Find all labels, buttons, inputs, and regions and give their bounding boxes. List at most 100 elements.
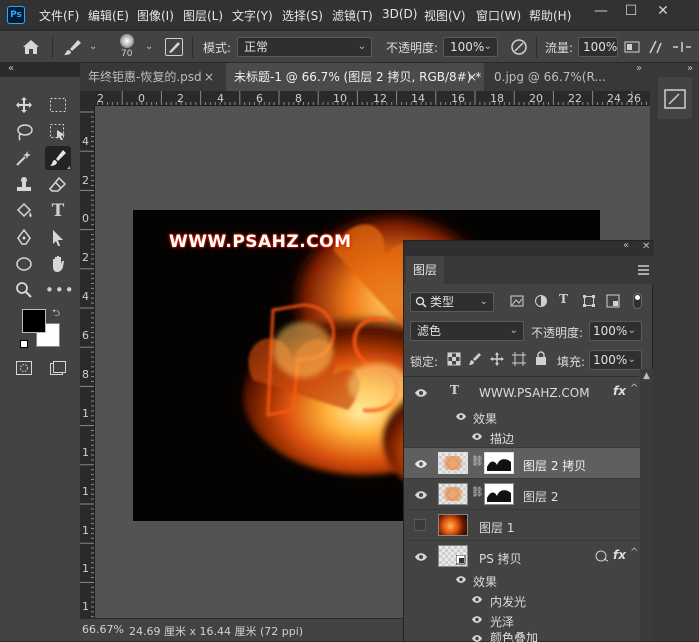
layer-fill-field[interactable]: 100% ⌄: [589, 350, 642, 370]
ellipse-tool-icon[interactable]: [11, 252, 37, 276]
filter-shape-icon[interactable]: [582, 294, 596, 308]
lock-transparent-icon[interactable]: [447, 352, 461, 366]
filter-smart-object-icon[interactable]: [606, 294, 620, 308]
close-tab-icon[interactable]: ×: [467, 63, 477, 91]
layer-name[interactable]: 图层 2: [523, 488, 558, 505]
layer-name[interactable]: 图层 2 拷贝: [523, 457, 586, 474]
paint-bucket-tool-icon[interactable]: [11, 199, 37, 223]
lock-position-icon[interactable]: [490, 352, 504, 366]
airbrush-icon[interactable]: [624, 39, 640, 55]
pen-tool-icon[interactable]: [11, 226, 37, 250]
maximize-button[interactable]: ☐: [618, 2, 644, 20]
menu-type[interactable]: 文字(Y): [232, 7, 273, 24]
magic-wand-tool-icon[interactable]: [11, 146, 37, 170]
angle-icon[interactable]: [648, 39, 662, 55]
layer-mask-thumbnail[interactable]: [484, 483, 514, 505]
opacity-field[interactable]: 100% ⌄: [443, 37, 498, 57]
effects-row[interactable]: 效果: [404, 570, 640, 590]
lock-all-icon[interactable]: [534, 351, 548, 366]
more-tools-icon[interactable]: •••: [45, 278, 74, 302]
collapse-effects-icon[interactable]: ^: [630, 547, 638, 558]
layer-name[interactable]: WWW.PSAHZ.COM: [479, 386, 590, 400]
collapse-panel-icon[interactable]: «: [8, 63, 14, 74]
layer-row[interactable]: ⛓ 图层 2: [404, 478, 640, 509]
foreground-color-swatch[interactable]: [22, 309, 46, 333]
photoshop-logo[interactable]: Ps: [7, 6, 25, 24]
layer-name[interactable]: 图层 1: [479, 519, 514, 536]
home-icon[interactable]: [22, 39, 40, 55]
brush-preset-icon[interactable]: [63, 38, 83, 56]
menu-file[interactable]: 文件(F): [39, 7, 79, 24]
eye-icon[interactable]: [471, 595, 483, 604]
layer-row[interactable]: PS 拷贝 fx ^: [404, 540, 640, 571]
lasso-tool-icon[interactable]: [11, 120, 37, 144]
effect-color-overlay-row[interactable]: 颜色叠加: [404, 630, 640, 642]
layer-mask-thumbnail[interactable]: [484, 452, 514, 474]
marquee-tool-icon[interactable]: [45, 93, 71, 117]
filter-pixel-icon[interactable]: [510, 295, 524, 307]
chevron-down-icon[interactable]: ⌄: [89, 41, 97, 52]
close-icon[interactable]: ✕: [642, 241, 650, 252]
layer-row-text[interactable]: T WWW.PSAHZ.COM fx ^: [404, 377, 640, 408]
close-window-button[interactable]: ✕: [650, 2, 676, 20]
menu-window[interactable]: 窗口(W): [476, 7, 521, 24]
filter-adjustment-icon[interactable]: [534, 294, 548, 308]
menu-layer[interactable]: 图层(L): [183, 7, 223, 24]
quick-mask-icon[interactable]: [11, 356, 37, 380]
effects-row[interactable]: 效果: [404, 407, 640, 427]
object-selection-tool-icon[interactable]: [45, 120, 71, 144]
tab-layers[interactable]: 图层: [406, 256, 444, 284]
eye-icon[interactable]: [414, 388, 428, 398]
menu-view[interactable]: 视图(V): [424, 7, 466, 24]
default-colors-icon[interactable]: [20, 340, 28, 348]
menu-3d[interactable]: 3D(D): [382, 7, 417, 21]
menu-filter[interactable]: 滤镜(T): [332, 7, 373, 24]
layer-opacity-field[interactable]: 100% ⌄: [589, 321, 642, 341]
menu-help[interactable]: 帮助(H): [529, 7, 571, 24]
scroll-up-icon[interactable]: ▲: [643, 371, 650, 381]
smoothing-icon[interactable]: [672, 39, 692, 55]
panel-menu-icon[interactable]: [638, 265, 649, 275]
lock-artboard-icon[interactable]: [512, 352, 526, 366]
menu-edit[interactable]: 编辑(E): [88, 7, 129, 24]
expand-panel-icon[interactable]: »: [636, 63, 642, 74]
layers-scrollbar[interactable]: ▲: [640, 369, 653, 641]
brush-tip-icon[interactable]: [120, 34, 134, 48]
layer-filter-dropdown[interactable]: 类型 ⌄: [410, 292, 494, 312]
fx-icon[interactable]: fx: [613, 548, 626, 562]
eye-icon[interactable]: [414, 490, 428, 500]
link-icon[interactable]: ⛓: [471, 487, 484, 498]
layer-row[interactable]: 图层 1: [404, 509, 640, 540]
layer-blend-mode-dropdown[interactable]: 滤色 ⌄: [410, 321, 524, 341]
collapse-panel-icon[interactable]: »: [687, 63, 693, 74]
brush-settings-icon[interactable]: [165, 38, 183, 56]
path-selection-tool-icon[interactable]: [45, 226, 71, 250]
filter-type-icon[interactable]: T: [559, 292, 568, 306]
effect-inner-glow-row[interactable]: 内发光: [404, 590, 640, 610]
link-icon[interactable]: ⛓: [471, 456, 484, 467]
properties-panel-icon[interactable]: [663, 88, 687, 110]
zoom-level[interactable]: 66.67%: [82, 623, 124, 636]
effect-stroke-row[interactable]: 描边: [404, 427, 640, 447]
type-tool-icon[interactable]: T: [45, 199, 71, 223]
zoom-tool-icon[interactable]: [11, 278, 37, 302]
tab-untitled-1[interactable]: 未标题-1 @ 66.7% (图层 2 拷贝, RGB/8#) *: [226, 63, 484, 91]
eye-icon[interactable]: [455, 412, 467, 421]
minimize-button[interactable]: —: [588, 2, 614, 20]
menu-image[interactable]: 图像(I): [137, 7, 174, 24]
eye-icon[interactable]: [455, 575, 467, 584]
tab-0-jpg[interactable]: 0.jpg @ 66.7%(R...: [486, 63, 626, 91]
blend-mode-dropdown[interactable]: 正常 ⌄: [237, 37, 372, 57]
fx-icon[interactable]: fx: [613, 384, 626, 398]
filter-toggle[interactable]: [633, 293, 642, 309]
hand-tool-icon[interactable]: [45, 252, 71, 276]
screen-mode-icon[interactable]: [45, 356, 71, 380]
layer-name[interactable]: PS 拷贝: [479, 550, 522, 567]
pressure-opacity-icon[interactable]: [509, 38, 529, 56]
collapse-effects-icon[interactable]: ^: [630, 383, 638, 394]
eye-icon[interactable]: [414, 552, 428, 562]
move-tool-icon[interactable]: [11, 93, 37, 117]
eye-icon[interactable]: [471, 615, 483, 624]
visibility-toggle[interactable]: [414, 519, 426, 531]
chevron-down-icon[interactable]: ⌄: [145, 41, 153, 52]
